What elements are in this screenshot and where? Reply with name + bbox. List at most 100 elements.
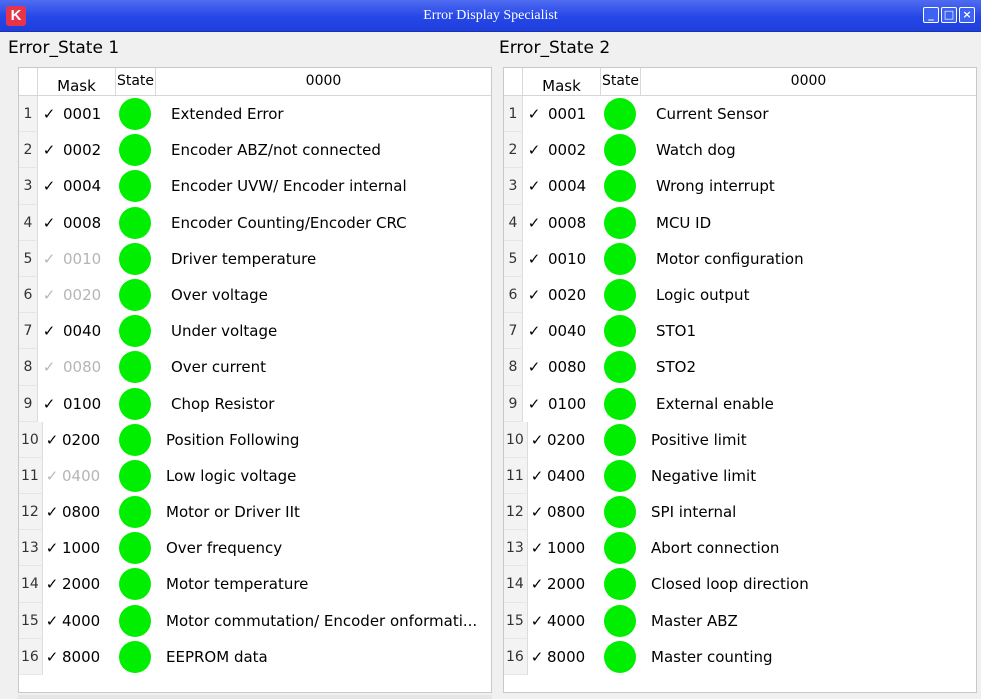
row-number[interactable]: 12: [19, 494, 43, 531]
mask-checkbox[interactable]: ✓: [42, 143, 56, 158]
mask-checkbox[interactable]: ✓: [527, 287, 541, 302]
table-row[interactable]: 7 ✓ 0040 Under voltage: [19, 313, 491, 350]
table-row[interactable]: 2 ✓ 0002 Watch dog: [504, 132, 976, 169]
mask-checkbox[interactable]: ✓: [42, 360, 56, 375]
table-row[interactable]: 12 ✓ 0800 SPI internal: [504, 494, 976, 531]
mask-checkbox[interactable]: ✓: [42, 324, 56, 339]
mask-checkbox[interactable]: ✓: [45, 541, 59, 556]
table-row[interactable]: 9 ✓ 0100 Chop Resistor: [19, 385, 491, 422]
row-number[interactable]: 2: [504, 132, 523, 169]
mask-checkbox[interactable]: ✓: [527, 396, 541, 411]
row-number[interactable]: 10: [504, 421, 528, 458]
mask-checkbox[interactable]: ✓: [45, 649, 59, 664]
row-number[interactable]: 8: [504, 349, 523, 386]
table-row[interactable]: 15 ✓ 4000 Master ABZ: [504, 602, 976, 639]
table-row[interactable]: 12 ✓ 0800 Motor or Driver IIt: [19, 494, 491, 531]
mask-checkbox[interactable]: ✓: [530, 468, 544, 483]
row-number[interactable]: 1: [19, 96, 38, 133]
table-row[interactable]: 7 ✓ 0040 STO1: [504, 313, 976, 350]
table-row[interactable]: 4 ✓ 0008 Encoder Counting/Encoder CRC: [19, 204, 491, 241]
table-row[interactable]: 3 ✓ 0004 Encoder UVW/ Encoder internal: [19, 168, 491, 205]
mask-checkbox[interactable]: ✓: [42, 396, 56, 411]
mask-checkbox[interactable]: ✓: [530, 577, 544, 592]
column-header-state[interactable]: State: [116, 68, 156, 95]
row-number[interactable]: 7: [504, 313, 523, 350]
header-corner[interactable]: [19, 68, 38, 95]
table-row[interactable]: 9 ✓ 0100 External enable: [504, 385, 976, 422]
mask-checkbox[interactable]: ✓: [530, 613, 544, 628]
minimize-button[interactable]: _: [923, 7, 939, 23]
mask-checkbox[interactable]: ✓: [42, 107, 56, 122]
mask-checkbox[interactable]: ✓: [530, 541, 544, 556]
table-row[interactable]: 6 ✓ 0020 Logic output: [504, 276, 976, 314]
mask-checkbox[interactable]: ✓: [530, 505, 544, 520]
close-button[interactable]: ×: [959, 7, 975, 23]
row-number[interactable]: 4: [504, 204, 523, 241]
mask-checkbox[interactable]: ✓: [45, 468, 59, 483]
table-row[interactable]: 3 ✓ 0004 Wrong interrupt: [504, 168, 976, 205]
table-row[interactable]: 5 ✓ 0010 Driver temperature: [19, 240, 491, 277]
row-number[interactable]: 9: [19, 385, 38, 422]
row-number[interactable]: 1: [504, 96, 523, 133]
row-number[interactable]: 4: [19, 204, 38, 241]
row-number[interactable]: 3: [19, 168, 38, 205]
row-number[interactable]: 7: [19, 313, 38, 350]
mask-checkbox[interactable]: ✓: [527, 143, 541, 158]
mask-checkbox[interactable]: ✓: [45, 432, 59, 447]
table-row[interactable]: 8 ✓ 0080 STO2: [504, 349, 976, 386]
table-row[interactable]: 11 ✓ 0400 Low logic voltage: [19, 457, 491, 495]
mask-checkbox[interactable]: ✓: [42, 251, 56, 266]
mask-checkbox[interactable]: ✓: [527, 360, 541, 375]
row-number[interactable]: 16: [504, 638, 528, 675]
mask-checkbox[interactable]: ✓: [527, 215, 541, 230]
mask-checkbox[interactable]: ✓: [527, 179, 541, 194]
row-number[interactable]: 14: [504, 566, 528, 603]
maximize-button[interactable]: □: [941, 7, 957, 23]
table-row[interactable]: 10 ✓ 0200 Position Following: [19, 421, 491, 458]
table-row[interactable]: 11 ✓ 0400 Negative limit: [504, 457, 976, 495]
row-number[interactable]: 13: [504, 530, 528, 567]
error-table[interactable]: Mask State 0000 1 ✓ 0001 Extended Error 2 ✓ 00…: [18, 67, 492, 693]
row-number[interactable]: 5: [19, 240, 38, 277]
row-number[interactable]: 9: [504, 385, 523, 422]
column-header-value[interactable]: 0000: [641, 68, 976, 95]
table-row[interactable]: 14 ✓ 2000 Motor temperature: [19, 566, 491, 603]
table-row[interactable]: 16 ✓ 8000 EEPROM data: [19, 638, 491, 675]
row-number[interactable]: 15: [19, 602, 43, 639]
table-row[interactable]: 14 ✓ 2000 Closed loop direction: [504, 566, 976, 603]
row-number[interactable]: 11: [504, 457, 528, 495]
mask-checkbox[interactable]: ✓: [42, 179, 56, 194]
table-row[interactable]: 13 ✓ 1000 Abort connection: [504, 530, 976, 567]
row-number[interactable]: 3: [504, 168, 523, 205]
mask-checkbox[interactable]: ✓: [530, 432, 544, 447]
row-number[interactable]: 10: [19, 421, 43, 458]
table-row[interactable]: 1 ✓ 0001 Extended Error: [19, 96, 491, 133]
table-row[interactable]: 8 ✓ 0080 Over current: [19, 349, 491, 386]
column-header-mask[interactable]: Mask: [38, 68, 116, 95]
row-number[interactable]: 8: [19, 349, 38, 386]
row-number[interactable]: 6: [19, 276, 38, 314]
table-row[interactable]: 1 ✓ 0001 Current Sensor: [504, 96, 976, 133]
mask-checkbox[interactable]: ✓: [527, 107, 541, 122]
mask-checkbox[interactable]: ✓: [527, 324, 541, 339]
row-number[interactable]: 14: [19, 566, 43, 603]
mask-checkbox[interactable]: ✓: [45, 577, 59, 592]
table-row[interactable]: 13 ✓ 1000 Over frequency: [19, 530, 491, 567]
row-number[interactable]: 2: [19, 132, 38, 169]
title-bar[interactable]: K Error Display Specialist _ □ ×: [0, 0, 981, 32]
table-row[interactable]: 5 ✓ 0010 Motor configuration: [504, 240, 976, 277]
row-number[interactable]: 5: [504, 240, 523, 277]
row-number[interactable]: 11: [19, 457, 43, 495]
table-row[interactable]: 2 ✓ 0002 Encoder ABZ/not connected: [19, 132, 491, 169]
column-header-value[interactable]: 0000: [156, 68, 491, 95]
mask-checkbox[interactable]: ✓: [45, 613, 59, 628]
table-row[interactable]: 6 ✓ 0020 Over voltage: [19, 276, 491, 314]
mask-checkbox[interactable]: ✓: [45, 505, 59, 520]
row-number[interactable]: 12: [504, 494, 528, 531]
mask-checkbox[interactable]: ✓: [42, 215, 56, 230]
column-header-mask[interactable]: Mask: [523, 68, 601, 95]
mask-checkbox[interactable]: ✓: [42, 287, 56, 302]
error-table[interactable]: Mask State 0000 1 ✓ 0001 Current Sensor 2 ✓ 00…: [503, 67, 977, 693]
table-row[interactable]: 15 ✓ 4000 Motor commutation/ Encoder onform…: [19, 602, 491, 639]
column-header-state[interactable]: State: [601, 68, 641, 95]
